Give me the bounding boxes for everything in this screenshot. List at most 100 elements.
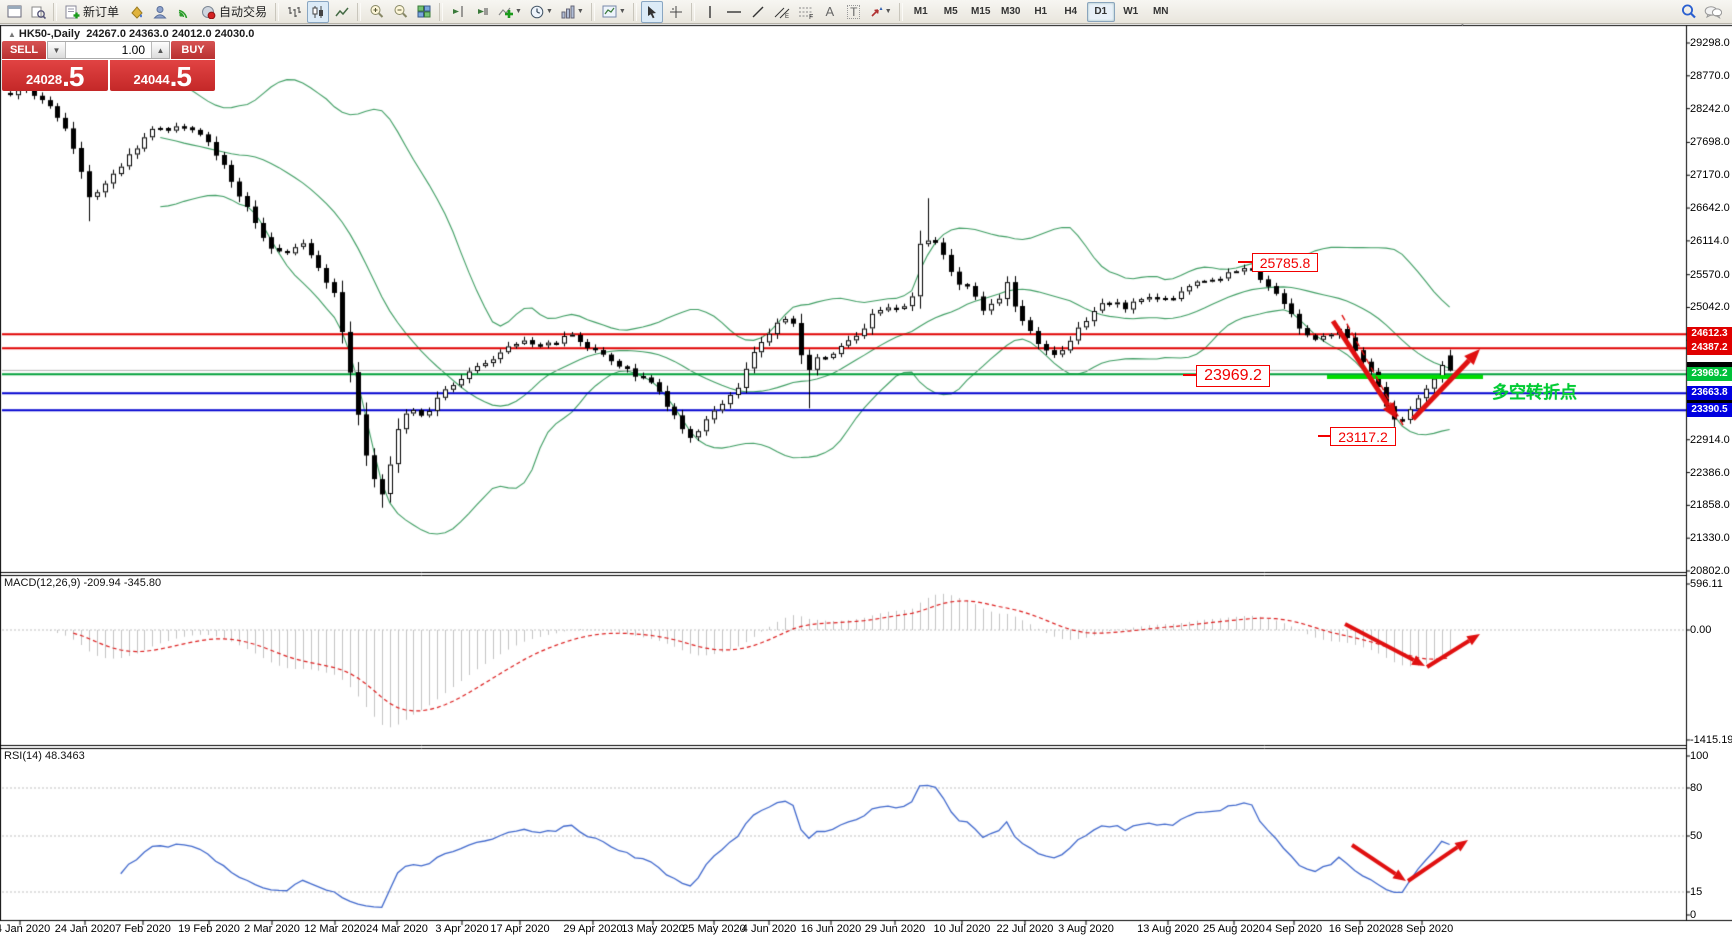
buy-price-base: 24044 [133, 70, 169, 90]
buy-price-box[interactable]: 24044.5 [110, 60, 216, 91]
toolbar-separator [357, 3, 361, 21]
signal-icon[interactable] [173, 1, 195, 23]
macd-scale-label: 596.11 [1690, 578, 1732, 590]
timeframe-button-h4[interactable]: H4 [1057, 2, 1085, 22]
sell-price-big: .5 [62, 64, 83, 90]
chart-title: ▲HK50-,Daily 24267.0 24363.0 24012.0 240… [8, 28, 254, 40]
sell-price-box[interactable]: 24028.5 [2, 60, 108, 91]
search-icon[interactable] [1678, 1, 1700, 23]
toolbar-separator [899, 3, 903, 21]
mt4-window: 新订单 自动交易 ▼ [0, 0, 1732, 938]
price-axis-label: 22386.0 [1690, 467, 1732, 479]
one-click-trading-panel: SELL ▼ 1.00 ▲ BUY 24028.5 24044.5 [2, 41, 215, 91]
annotation-aug-high[interactable]: 25785.8 [1252, 253, 1318, 272]
zoom-in-icon[interactable] [365, 1, 387, 23]
trendline-tool[interactable] [747, 1, 769, 23]
bar-chart-icon[interactable] [283, 1, 305, 23]
date-label: 17 Apr 2020 [480, 923, 560, 935]
fibonacci-tool[interactable]: F [795, 1, 817, 23]
timeframe-button-d1[interactable]: D1 [1087, 2, 1115, 22]
macd-scale-label: 0.00 [1690, 624, 1732, 636]
new-order-button[interactable]: 新订单 [61, 1, 123, 23]
volume-increase-button[interactable]: ▲ [151, 42, 169, 58]
timeframe-button-w1[interactable]: W1 [1117, 2, 1145, 22]
auto-trading-button[interactable]: 自动交易 [197, 1, 271, 23]
price-axis-label: 26114.0 [1690, 235, 1732, 247]
svg-text:F: F [809, 14, 813, 19]
chart-title-marker-icon: ▲ [8, 30, 16, 39]
annotation-sep-low[interactable]: 23117.2 [1330, 427, 1396, 446]
volume-input[interactable]: 1.00 [66, 42, 151, 58]
timeframe-button-mn[interactable]: MN [1147, 2, 1175, 22]
price-badge: 23663.8 [1687, 386, 1732, 400]
price-axis-label: 21330.0 [1690, 532, 1732, 544]
candlestick-chart-icon[interactable] [307, 1, 329, 23]
date-label: 28 Sep 2020 [1382, 923, 1462, 935]
zoom-out-icon[interactable] [389, 1, 411, 23]
chevron-down-icon: ▼ [546, 8, 553, 15]
volume-decrease-button[interactable]: ▼ [48, 42, 66, 58]
toolbar-separator [275, 3, 279, 21]
crosshair-tool[interactable] [665, 1, 687, 23]
line-chart-icon[interactable] [331, 1, 353, 23]
timeframe-button-m30[interactable]: M30 [997, 2, 1025, 22]
new-order-label: 新订单 [83, 3, 119, 20]
timeframe-bar: M1M5M15M30H1H4D1W1MN [906, 2, 1176, 22]
price-axis-label: 26642.0 [1690, 202, 1732, 214]
equidistant-channel-tool[interactable]: E [771, 1, 793, 23]
chevron-down-icon: ▼ [577, 8, 584, 15]
timeframe-button-m1[interactable]: M1 [907, 2, 935, 22]
text-label-tool[interactable]: T [843, 1, 865, 23]
toolbar: 新订单 自动交易 ▼ [0, 0, 1732, 24]
annotation-connector [1183, 374, 1196, 376]
rsi-scale-label: 15 [1690, 886, 1732, 898]
toolbar-separator [591, 3, 595, 21]
chart-canvas[interactable] [0, 0, 1732, 938]
chart-symbol-period: HK50-,Daily [19, 28, 80, 40]
price-axis-label: 29298.0 [1690, 37, 1732, 49]
price-axis-label: 27698.0 [1690, 136, 1732, 148]
rsi-scale-label: 0 [1690, 909, 1732, 921]
timeframe-button-m5[interactable]: M5 [937, 2, 965, 22]
auto-scroll-icon[interactable] [471, 1, 493, 23]
chevron-down-icon: ▼ [885, 8, 892, 15]
svg-text:E: E [785, 14, 789, 19]
chart-ohlc-values: 24267.0 24363.0 24012.0 24030.0 [86, 28, 254, 40]
arrows-tool[interactable]: ▼ [867, 1, 895, 23]
price-badge: 24387.2 [1687, 341, 1732, 355]
annotation-connector [1318, 435, 1330, 437]
chart-styles-bucket-icon[interactable] [125, 1, 147, 23]
periods-button[interactable]: ▼ [527, 1, 556, 23]
timeframe-button-m15[interactable]: M15 [967, 2, 995, 22]
rsi-scale-label: 80 [1690, 782, 1732, 794]
text-tool[interactable]: A [819, 1, 841, 23]
sell-price-base: 24028 [26, 70, 62, 90]
toolbar-separator [633, 3, 637, 21]
price-axis-label: 27170.0 [1690, 169, 1732, 181]
auto-trading-label: 自动交易 [219, 3, 267, 20]
sell-button[interactable]: SELL [2, 41, 46, 59]
annotation-connector [1238, 261, 1252, 263]
rsi-scale-label: 100 [1690, 750, 1732, 762]
price-badge: 23969.2 [1687, 367, 1732, 381]
chevron-down-icon: ▼ [515, 8, 522, 15]
cursor-tool[interactable] [641, 1, 663, 23]
horizontal-line-tool[interactable] [723, 1, 745, 23]
tile-windows-icon[interactable] [413, 1, 435, 23]
timeframe-button-h1[interactable]: H1 [1027, 2, 1055, 22]
price-axis-label: 28242.0 [1690, 103, 1732, 115]
vertical-line-tool[interactable] [699, 1, 721, 23]
chart-window-icon[interactable] [3, 1, 25, 23]
annotation-key-level[interactable]: 23969.2 [1196, 365, 1270, 387]
profiles-button[interactable]: ▼ [599, 1, 629, 23]
indicators-button[interactable]: ▼ [495, 1, 525, 23]
chart-shift-icon[interactable] [447, 1, 469, 23]
macd-label: MACD(12,26,9) -209.94 -345.80 [4, 577, 161, 589]
annotation-text-turning-point[interactable]: 多空转折点 [1492, 378, 1577, 403]
profile-person-icon[interactable] [149, 1, 171, 23]
toolbar-separator [439, 3, 443, 21]
chat-icon[interactable] [1702, 1, 1724, 23]
chart-preview-icon[interactable] [27, 1, 49, 23]
buy-button[interactable]: BUY [171, 41, 215, 59]
templates-button[interactable]: ▼ [558, 1, 587, 23]
